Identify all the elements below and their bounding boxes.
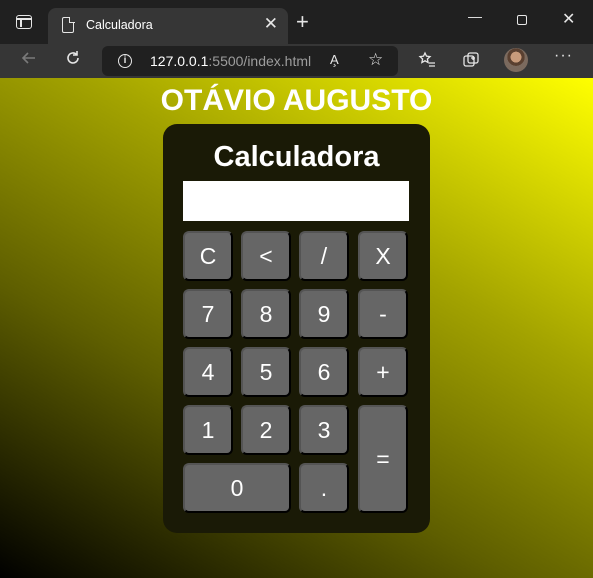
decimal-point-button[interactable]: . [299, 463, 349, 513]
digit-6-button[interactable]: 6 [299, 347, 349, 397]
digit-9-button[interactable]: 9 [299, 289, 349, 339]
backspace-button[interactable]: < [241, 231, 291, 281]
multiply-button[interactable]: X [358, 231, 408, 281]
site-info-icon[interactable]: i [118, 54, 132, 68]
browser-toolbar: i 127.0.0.1:5500/index.html A̧ ☆ ··· [0, 44, 593, 78]
page-body: OTÁVIO AUGUSTO Calculadora C < / X 7 8 9… [0, 78, 593, 578]
tab-actions-icon[interactable] [16, 15, 32, 29]
calculator: Calculadora C < / X 7 8 9 - 4 5 6 + 1 2 … [163, 124, 430, 533]
calculator-display[interactable] [183, 181, 409, 221]
browser-tab-bar: Calculadora ✕ + — ✕ [0, 0, 593, 44]
digit-3-button[interactable]: 3 [299, 405, 349, 455]
add-favorite-icon[interactable]: ☆ [368, 50, 383, 70]
page-icon [62, 16, 75, 33]
close-tab-icon[interactable]: ✕ [264, 14, 278, 34]
digit-7-button[interactable]: 7 [183, 289, 233, 339]
calculator-title: Calculadora [213, 141, 380, 173]
page-heading: OTÁVIO AUGUSTO [160, 84, 433, 117]
browser-tab[interactable]: Calculadora ✕ [48, 8, 288, 44]
divide-button[interactable]: / [299, 231, 349, 281]
maximize-icon[interactable] [517, 15, 527, 25]
profile-avatar[interactable] [504, 48, 528, 72]
clear-button[interactable]: C [183, 231, 233, 281]
digit-1-button[interactable]: 1 [183, 405, 233, 455]
favorites-icon[interactable] [418, 51, 436, 74]
equals-button[interactable]: = [358, 405, 408, 513]
address-bar[interactable]: i 127.0.0.1:5500/index.html A̧ ☆ [102, 46, 398, 76]
tab-title: Calculadora [86, 18, 153, 32]
digit-4-button[interactable]: 4 [183, 347, 233, 397]
new-tab-icon[interactable]: + [296, 10, 309, 34]
plus-button[interactable]: + [358, 347, 408, 397]
url-text[interactable]: 127.0.0.1:5500/index.html [150, 53, 311, 69]
collections-icon[interactable] [462, 51, 480, 74]
minimize-icon[interactable]: — [468, 6, 482, 26]
close-window-icon[interactable]: ✕ [562, 10, 575, 30]
reload-icon[interactable] [60, 48, 86, 74]
minus-button[interactable]: - [358, 289, 408, 339]
more-options-icon[interactable]: ··· [554, 47, 573, 65]
digit-2-button[interactable]: 2 [241, 405, 291, 455]
digit-5-button[interactable]: 5 [241, 347, 291, 397]
read-aloud-icon[interactable]: A̧ [330, 52, 339, 67]
digit-8-button[interactable]: 8 [241, 289, 291, 339]
back-icon[interactable] [16, 48, 42, 74]
digit-0-button[interactable]: 0 [183, 463, 291, 513]
